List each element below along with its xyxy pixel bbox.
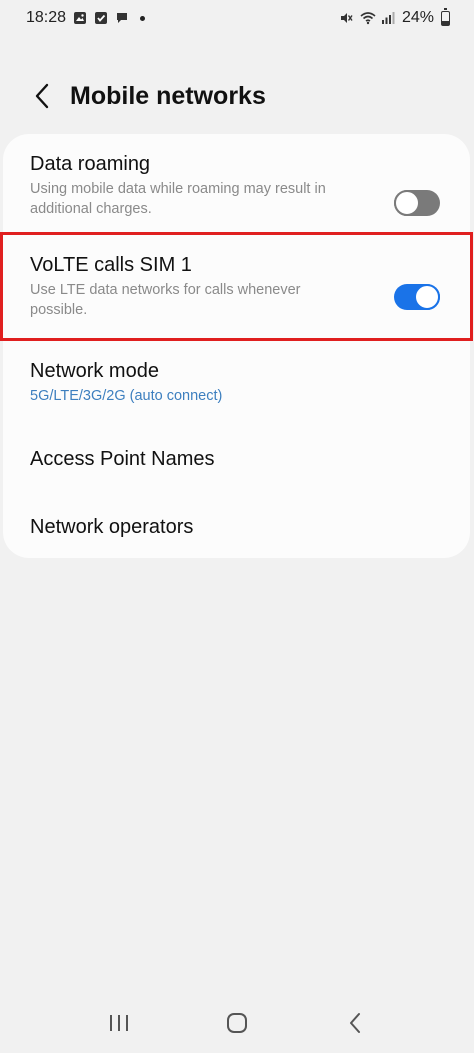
nav-back-button[interactable]	[335, 1003, 375, 1043]
recent-apps-icon	[110, 1015, 128, 1031]
setting-data-roaming[interactable]: Data roaming Using mobile data while roa…	[3, 153, 470, 243]
status-left: 18:28	[26, 9, 146, 27]
back-button[interactable]	[22, 76, 62, 116]
app-header: Mobile networks	[0, 70, 474, 122]
volte-description: Use LTE data networks for calls whenever…	[30, 282, 301, 318]
status-time: 18:28	[26, 9, 67, 26]
setting-network-operators[interactable]: Network operators	[3, 516, 470, 556]
navigation-bar	[0, 993, 474, 1053]
gallery-notification-icon	[73, 11, 87, 25]
setting-volte-calls-sim1[interactable]: VoLTE calls SIM 1 Use LTE data networks …	[3, 254, 470, 340]
status-bar: 18:28 24%	[0, 0, 474, 36]
wifi-icon	[360, 11, 376, 25]
access-point-names-title: Access Point Names	[30, 448, 215, 470]
settings-card: Data roaming Using mobile data while roa…	[3, 134, 470, 558]
chat-bubble-icon	[115, 11, 129, 25]
more-notifications-dot-icon	[140, 15, 146, 21]
task-check-icon	[94, 11, 108, 25]
network-operators-title: Network operators	[30, 516, 194, 538]
battery-percentage: 24%	[401, 9, 434, 26]
signal-strength-icon	[381, 11, 395, 25]
data-roaming-description: Using mobile data while roaming may resu…	[30, 181, 326, 217]
battery-level-fill	[442, 21, 449, 25]
network-mode-title: Network mode	[30, 360, 159, 382]
recent-apps-button[interactable]	[99, 1003, 139, 1043]
setting-access-point-names[interactable]: Access Point Names	[3, 448, 470, 488]
nav-back-icon	[350, 1013, 360, 1033]
network-mode-value: 5G/LTE/3G/2G (auto connect)	[30, 388, 223, 404]
home-icon	[227, 1013, 247, 1033]
setting-network-mode[interactable]: Network mode 5G/LTE/3G/2G (auto connect)	[3, 360, 470, 420]
page-title: Mobile networks	[70, 81, 266, 110]
back-arrow-icon	[35, 83, 49, 109]
battery-icon	[441, 7, 450, 26]
status-right: 24%	[339, 7, 450, 27]
data-roaming-title: Data roaming	[30, 153, 151, 175]
volte-title: VoLTE calls SIM 1	[30, 254, 192, 276]
home-button[interactable]	[217, 1003, 257, 1043]
volte-toggle[interactable]	[394, 284, 440, 310]
mute-icon	[339, 11, 353, 25]
data-roaming-toggle[interactable]	[394, 190, 440, 216]
